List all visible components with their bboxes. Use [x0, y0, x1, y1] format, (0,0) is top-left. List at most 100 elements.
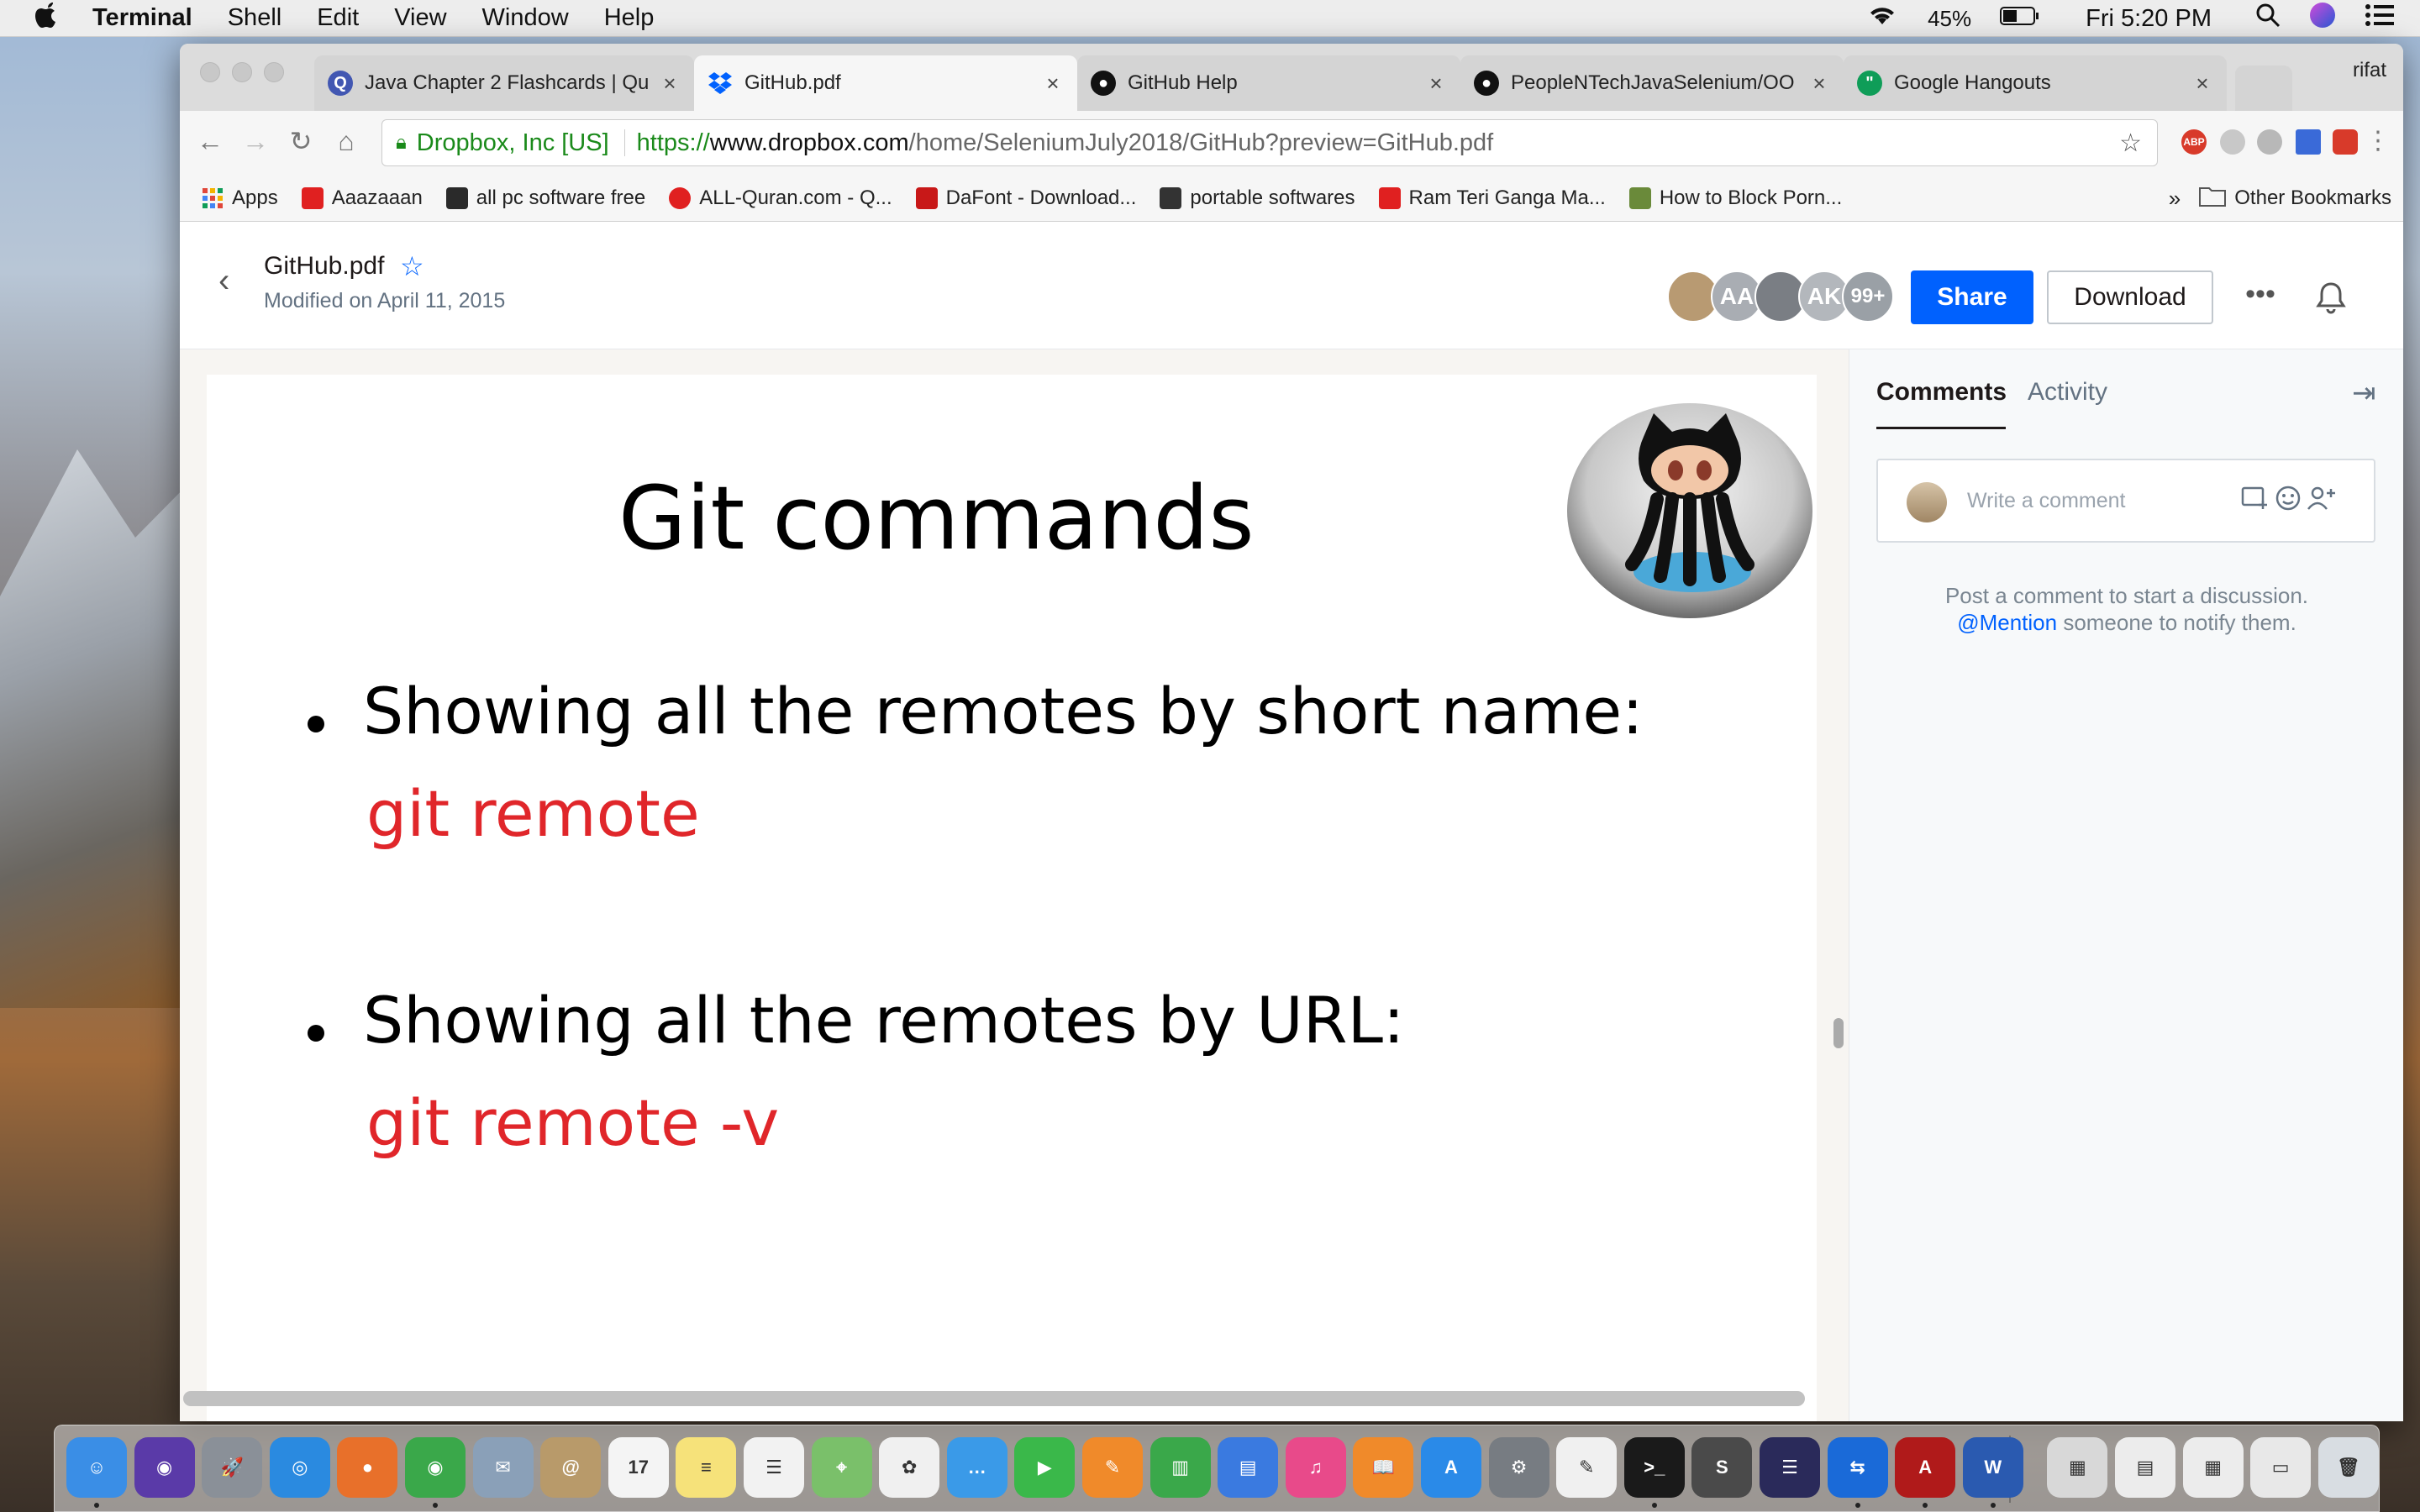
dock-reminders-icon[interactable]: ☰ — [744, 1437, 804, 1498]
pdf-viewer[interactable]: Git commands Showing all the remotes by … — [180, 349, 1849, 1421]
dock-chrome-icon[interactable]: ◉ — [405, 1437, 466, 1498]
dock-textedit-icon[interactable]: ✎ — [1556, 1437, 1618, 1498]
dock-launchpad-icon[interactable]: 🚀 — [202, 1437, 263, 1498]
dock-numbers-icon[interactable]: ▥ — [1150, 1437, 1211, 1498]
dock-finder-icon[interactable]: ☺ — [66, 1437, 127, 1498]
mention-link[interactable]: @Mention — [1957, 610, 2057, 635]
tab-peoplentech[interactable]: ● PeopleNTechJavaSelenium/OO × — [1460, 55, 1844, 111]
wifi-icon[interactable] — [1865, 3, 1899, 34]
dock-teamviewer-icon[interactable]: ⇆ — [1827, 1437, 1888, 1498]
menu-window[interactable]: Window — [482, 4, 569, 32]
more-options-icon[interactable]: ••• — [2235, 270, 2286, 324]
vertical-scrollbar-thumb[interactable] — [1833, 1018, 1844, 1048]
new-tab-button[interactable] — [2235, 66, 2292, 111]
bookmark-portable-softwares[interactable]: portable softwares — [1160, 186, 1355, 210]
bookmark-dafont[interactable]: DaFont - Download... — [915, 186, 1136, 210]
dock-notes-icon[interactable]: ≡ — [676, 1437, 737, 1498]
dock-app-store-icon[interactable]: A — [1421, 1437, 1481, 1498]
siri-icon[interactable] — [2309, 2, 2336, 35]
collapse-sidebar-icon[interactable]: ⇥ — [2352, 376, 2376, 410]
tab-hangouts[interactable]: " Google Hangouts × — [1844, 55, 2227, 111]
extension-icon-3[interactable] — [2257, 129, 2282, 155]
notification-center-icon[interactable] — [2365, 3, 2395, 34]
window-zoom-button[interactable] — [264, 62, 284, 82]
dock-ibooks-icon[interactable]: 📖 — [1353, 1437, 1414, 1498]
dock-mail-bird-icon[interactable]: ✉ — [472, 1437, 534, 1498]
dock-downloads-stack-icon[interactable]: ▦ — [2047, 1437, 2108, 1498]
dock-photos-icon[interactable]: ✿ — [879, 1437, 940, 1498]
spotlight-icon[interactable] — [2255, 3, 2281, 34]
tab-close-icon[interactable]: × — [659, 71, 681, 97]
bookmark-ram-teri[interactable]: Ram Teri Ganga Ma... — [1378, 186, 1606, 210]
tab-close-icon[interactable]: × — [1808, 71, 1830, 97]
notifications-bell-icon[interactable] — [2307, 270, 2354, 324]
mention-person-icon[interactable] — [2307, 484, 2337, 514]
tab-github-help[interactable]: ● GitHub Help × — [1077, 55, 1460, 111]
back-chevron-icon[interactable]: ‹ — [218, 262, 229, 300]
annotate-icon[interactable] — [2239, 484, 2270, 514]
dock-terminal-icon[interactable]: >_ — [1623, 1437, 1685, 1498]
dock-pages-icon[interactable]: ✎ — [1082, 1437, 1143, 1498]
menu-help[interactable]: Help — [604, 4, 655, 32]
reload-icon[interactable]: ↻ — [282, 123, 319, 160]
tab-close-icon[interactable]: × — [1425, 71, 1447, 97]
tab-comments[interactable]: Comments — [1876, 378, 2007, 407]
dock-maps-icon[interactable]: ⌖ — [811, 1437, 872, 1498]
address-bar[interactable]: 🔒︎ Dropbox, Inc [US] https:// www.dropbo… — [381, 119, 2158, 166]
tab-github-pdf[interactable]: GitHub.pdf × — [694, 55, 1077, 111]
dock-word-icon[interactable]: W — [1962, 1437, 2023, 1498]
menu-edit[interactable]: Edit — [317, 4, 359, 32]
adblock-plus-icon[interactable]: ABP — [2181, 129, 2207, 155]
download-button[interactable]: Download — [2047, 270, 2213, 324]
menu-view[interactable]: View — [394, 4, 446, 32]
emoji-icon[interactable] — [2273, 484, 2303, 514]
dock-sublime-text-icon[interactable]: S — [1691, 1437, 1753, 1498]
bookmark-star-icon[interactable]: ☆ — [2119, 129, 2142, 158]
tab-close-icon[interactable]: × — [1042, 71, 1064, 97]
dock-facetime-icon[interactable]: ▶ — [1014, 1437, 1076, 1498]
comment-input[interactable]: Write a comment — [1876, 459, 2375, 543]
back-arrow-icon[interactable]: ← — [192, 123, 229, 160]
tab-activity[interactable]: Activity — [2028, 378, 2107, 407]
bookmarks-overflow-chevron-icon[interactable]: » — [2169, 186, 2181, 212]
dock-messages-icon[interactable]: … — [946, 1437, 1007, 1498]
ublock-shield-icon[interactable] — [2333, 129, 2358, 155]
menu-shell[interactable]: Shell — [228, 4, 282, 32]
dock-siri-icon[interactable]: ◉ — [134, 1437, 195, 1498]
dock-firefox-icon[interactable]: ● — [337, 1437, 398, 1498]
share-button[interactable]: Share — [1911, 270, 2033, 324]
avatar-overflow-count[interactable]: 99+ — [1842, 270, 1894, 323]
dock-document-stack-2-icon[interactable]: ▦ — [2182, 1437, 2244, 1498]
window-close-button[interactable] — [200, 62, 220, 82]
dock-acrobat-icon[interactable]: A — [1895, 1437, 1956, 1498]
dock-system-preferences-icon[interactable]: ⚙ — [1488, 1437, 1549, 1498]
bookmark-extension-icon[interactable] — [2296, 129, 2321, 155]
battery-icon[interactable] — [2000, 5, 2040, 33]
dock-itunes-icon[interactable]: ♫ — [1285, 1437, 1346, 1498]
tab-close-icon[interactable]: × — [2191, 71, 2213, 97]
bookmark-all-pc-software[interactable]: all pc software free — [445, 186, 645, 210]
star-favorite-icon[interactable]: ☆ — [400, 250, 424, 282]
bookmark-how-to-block[interactable]: How to Block Porn... — [1628, 186, 1842, 210]
home-icon[interactable]: ⌂ — [328, 123, 365, 160]
dock-calendar-icon[interactable]: 17 — [608, 1437, 669, 1498]
dock-trash-icon[interactable]: 🗑 — [2317, 1437, 2379, 1498]
dock-contacts-icon[interactable]: @ — [540, 1437, 602, 1498]
dock-screenshot-stack-icon[interactable]: ▭ — [2250, 1437, 2312, 1498]
bookmark-apps[interactable]: Apps — [202, 186, 278, 210]
menubar-clock[interactable]: Fri 5:20 PM — [2086, 5, 2212, 33]
profile-name[interactable]: rifat — [2353, 59, 2386, 82]
window-minimize-button[interactable] — [232, 62, 252, 82]
dock-document-stack-1-icon[interactable]: ▤ — [2115, 1437, 2175, 1498]
bookmark-all-quran[interactable]: ALL-Quran.com - Q... — [669, 186, 892, 210]
horizontal-scrollbar-thumb[interactable] — [183, 1391, 1805, 1406]
battery-percent[interactable]: 45% — [1928, 6, 1971, 32]
apple-icon[interactable] — [34, 1, 60, 36]
menu-app-name[interactable]: Terminal — [92, 4, 192, 32]
dock-keynote-icon[interactable]: ▤ — [1218, 1437, 1279, 1498]
forward-arrow-icon[interactable]: → — [237, 123, 274, 160]
extension-icon-2[interactable] — [2220, 129, 2245, 155]
other-bookmarks[interactable]: » Other Bookmarks — [2169, 175, 2391, 221]
chrome-menu-icon[interactable]: ⋮ — [2360, 123, 2396, 160]
dock-eclipse-icon[interactable]: ☰ — [1760, 1437, 1820, 1498]
